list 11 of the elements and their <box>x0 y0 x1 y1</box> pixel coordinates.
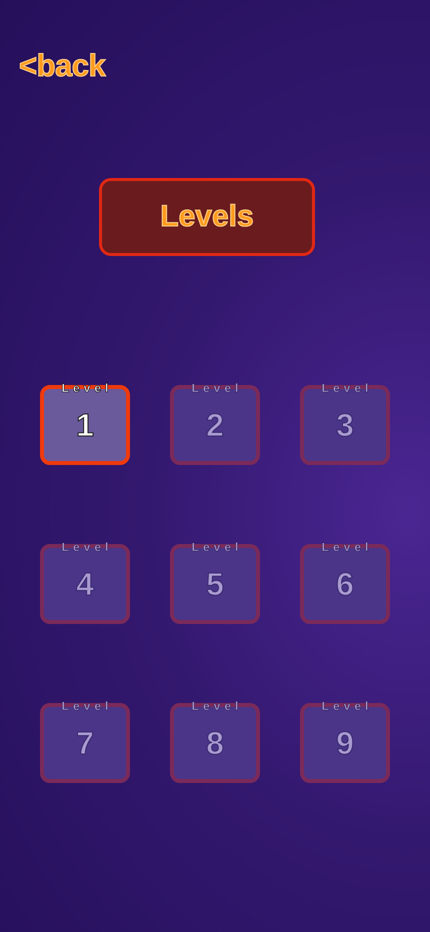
level-number: 9 <box>336 724 354 762</box>
level-number: 4 <box>76 566 94 602</box>
level-number: 2 <box>206 406 224 444</box>
level-number: 8 <box>206 724 224 762</box>
level-number: 5 <box>206 566 224 602</box>
title-text: Levels <box>160 200 254 234</box>
level-number: 1 <box>76 406 94 444</box>
level-number: 3 <box>336 406 354 444</box>
back-link[interactable]: <back <box>19 48 106 84</box>
level-number: 6 <box>336 566 354 602</box>
level-number: 7 <box>76 724 94 762</box>
